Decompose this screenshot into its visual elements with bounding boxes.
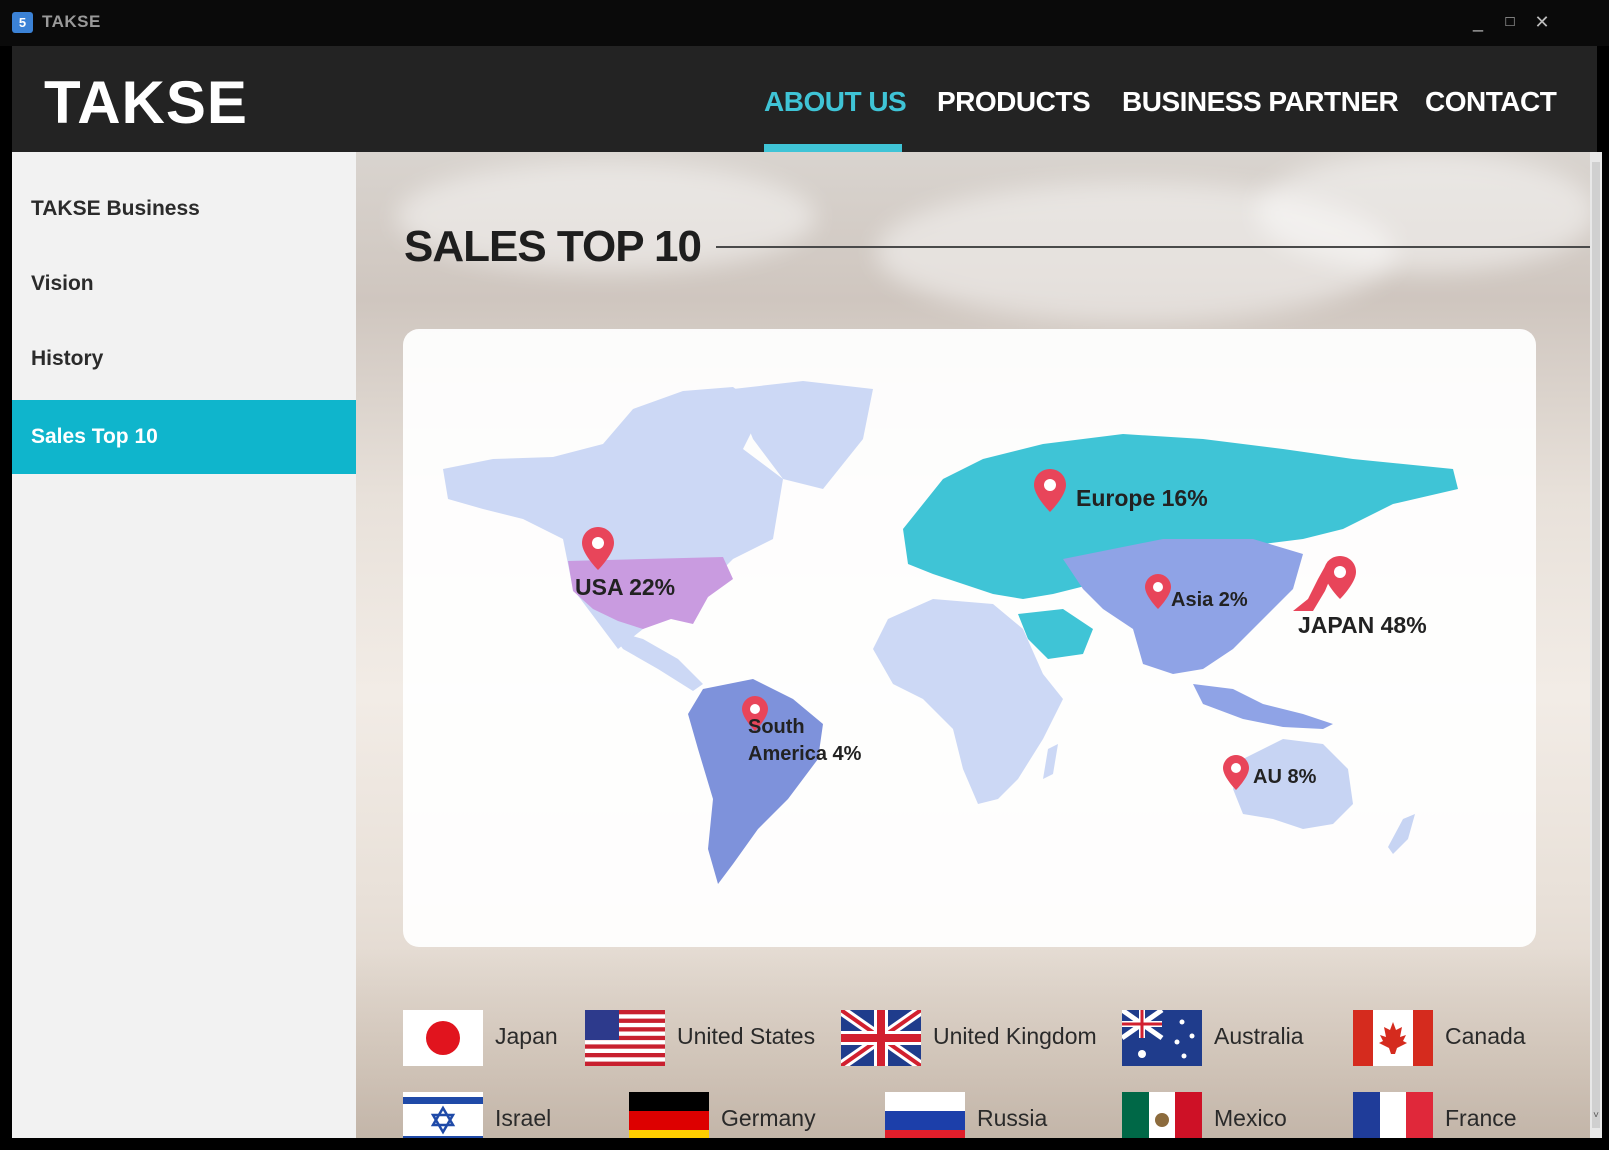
scroll-down-icon[interactable]: ˅ <box>1590 1110 1602 1121</box>
country-name: United States <box>677 1023 816 1049</box>
nav-about-us[interactable]: ABOUT US <box>764 86 907 118</box>
country-name: Russia <box>977 1105 1048 1131</box>
nav-contact[interactable]: CONTACT <box>1425 86 1557 118</box>
nav-products[interactable]: PRODUCTS <box>937 86 1091 118</box>
country-name: Canada <box>1445 1023 1526 1049</box>
sidebar-item-takse-business[interactable]: TAKSE Business <box>12 172 356 246</box>
russia-flag-icon <box>885 1092 965 1138</box>
country-name: Israel <box>495 1105 552 1131</box>
uk-flag-icon <box>841 1010 921 1066</box>
nav-business-partner[interactable]: BUSINESS PARTNER <box>1122 86 1399 118</box>
europe-sales-label: Europe 16% <box>1076 485 1208 511</box>
south-america-sales-label: South America 4% <box>748 716 862 765</box>
content-scrollbar[interactable]: ˄ ˅ <box>1590 152 1602 1138</box>
madagascar-region <box>1043 744 1058 779</box>
brand-logo[interactable]: TAKSE <box>44 68 248 137</box>
maximize-button[interactable]: □ <box>1498 9 1522 35</box>
app-icon: 5 <box>12 12 33 33</box>
central-america-region <box>608 629 703 691</box>
new-zealand-region <box>1388 814 1415 854</box>
country-name: United Kingdom <box>933 1023 1097 1049</box>
window-title: TAKSE <box>42 12 101 31</box>
site-header: TAKSE ABOUT US PRODUCTS BUSINESS PARTNER… <box>12 46 1597 152</box>
sidebar-item-history[interactable]: History <box>12 322 356 396</box>
asia-sales-label: Asia 2% <box>1171 589 1248 611</box>
usa-flag-icon <box>585 1010 665 1066</box>
au-sales-label: AU 8% <box>1253 766 1317 788</box>
canada-flag-icon <box>1353 1010 1433 1066</box>
main-content: SALES TOP 10 USA 22% Europe 16% Asia 2% … <box>356 152 1590 1138</box>
japan-pin-icon <box>1324 556 1356 599</box>
australia-flag-icon <box>1122 1010 1202 1066</box>
france-flag-icon <box>1353 1092 1433 1138</box>
title-divider <box>716 246 1590 248</box>
japan-flag-icon <box>403 1010 483 1066</box>
window-titlebar: 5 TAKSE _ □ ✕ <box>0 0 1609 46</box>
country-name: France <box>1445 1105 1517 1131</box>
nav-active-indicator <box>764 144 902 152</box>
country-name: Australia <box>1214 1023 1304 1049</box>
scroll-thumb[interactable] <box>1592 162 1600 1128</box>
minimize-button[interactable]: _ <box>1466 9 1490 35</box>
mexico-flag-icon <box>1122 1092 1202 1138</box>
country-name: Mexico <box>1214 1105 1287 1131</box>
germany-flag-icon <box>629 1092 709 1138</box>
close-button[interactable]: ✕ <box>1530 9 1554 35</box>
sidebar-item-vision[interactable]: Vision <box>12 247 356 321</box>
israel-flag-icon <box>403 1092 483 1138</box>
country-name: Japan <box>495 1023 558 1049</box>
country-name: Germany <box>721 1105 816 1131</box>
page-title: SALES TOP 10 <box>404 222 702 271</box>
world-map-card: USA 22% Europe 16% Asia 2% JAPAN 48% Sou… <box>403 329 1536 947</box>
japan-sales-label: JAPAN 48% <box>1298 612 1427 638</box>
southeast-asia-region <box>1193 684 1333 729</box>
usa-sales-label: USA 22% <box>575 574 676 600</box>
sidebar: TAKSE Business Vision History Sales Top … <box>12 152 356 1138</box>
sidebar-item-sales-top-10[interactable]: Sales Top 10 <box>12 400 356 474</box>
